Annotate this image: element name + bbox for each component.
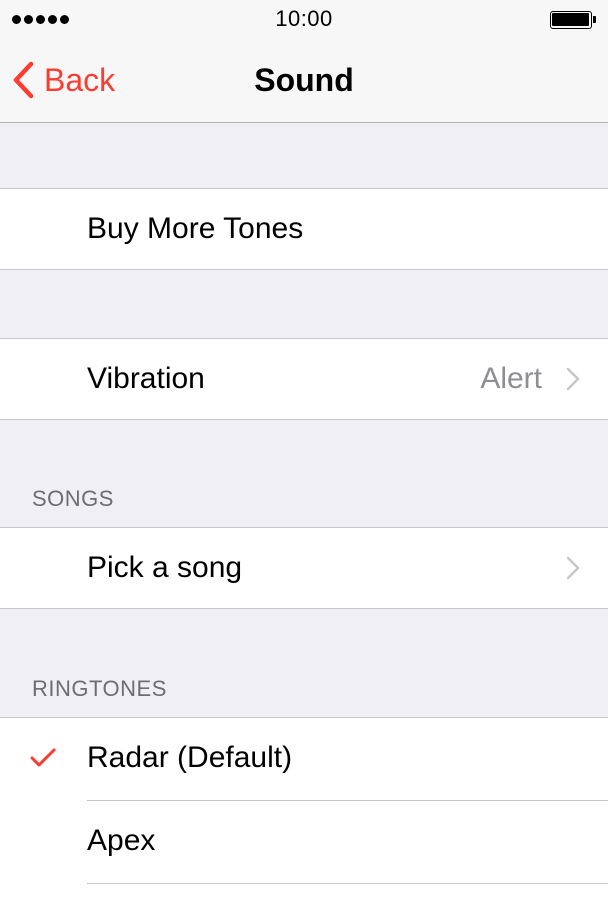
songs-section-header: SONGS <box>32 486 114 511</box>
row-separator <box>87 883 608 884</box>
checkmark-icon <box>30 748 56 767</box>
vibration-row[interactable]: Vibration Alert <box>0 338 608 420</box>
ringtone-label: Radar (Default) <box>87 741 293 774</box>
battery-icon <box>550 11 596 29</box>
buy-more-tones-label: Buy More Tones <box>87 212 304 245</box>
status-time: 10:00 <box>275 6 333 31</box>
status-bar: 10:00 <box>0 0 608 40</box>
chevron-right-icon <box>566 367 580 391</box>
ringtone-row-apex[interactable]: Apex <box>0 801 608 883</box>
ringtone-label: Apex <box>87 824 156 857</box>
navigation-bar: Back Sound <box>0 40 608 123</box>
chevron-right-icon <box>566 556 580 580</box>
pick-a-song-label: Pick a song <box>87 551 243 584</box>
vibration-label: Vibration <box>87 362 205 395</box>
ringtone-row-radar[interactable]: Radar (Default) <box>0 718 608 800</box>
buy-more-tones-row[interactable]: Buy More Tones <box>0 188 608 270</box>
pick-a-song-row[interactable]: Pick a song <box>0 527 608 609</box>
ringtones-list: Radar (Default) Apex <box>0 717 608 917</box>
page-title: Sound <box>254 62 354 98</box>
ringtones-section-header: RINGTONES <box>32 676 167 701</box>
vibration-value: Alert <box>480 362 542 395</box>
